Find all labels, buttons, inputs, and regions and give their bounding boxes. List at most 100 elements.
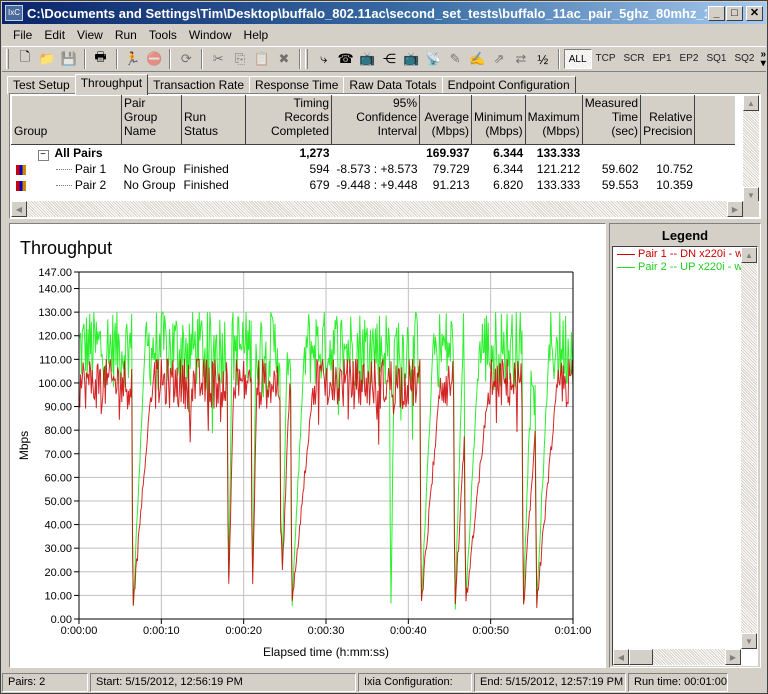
edit-icon[interactable]: ✎	[446, 49, 464, 69]
scroll-down-icon[interactable]: ▼	[741, 633, 757, 649]
print-icon[interactable]: 🖶	[92, 49, 110, 69]
tab-transaction-rate[interactable]: Transaction Rate	[147, 76, 251, 94]
menu-run[interactable]: Run	[109, 28, 143, 42]
refresh-icon[interactable]: ⟳	[177, 49, 195, 69]
col-group[interactable]: Group	[11, 95, 122, 145]
filter-sq1-button[interactable]: SQ1	[702, 49, 730, 69]
run-icon[interactable]: 🏃	[124, 49, 142, 69]
maximize-button[interactable]: □	[726, 5, 743, 21]
cut-icon[interactable]: ✂	[209, 49, 227, 69]
scroll-up-icon[interactable]: ▲	[743, 95, 759, 111]
open-folder-icon[interactable]: 📁	[38, 49, 56, 69]
menu-edit[interactable]: Edit	[38, 28, 71, 42]
save-icon[interactable]: 💾	[60, 49, 78, 69]
cell	[641, 145, 695, 162]
summary-row[interactable]: − All Pairs 1,273 169.937 6.344 133.333	[12, 145, 735, 162]
col-filler	[694, 95, 735, 145]
pair-group-cell: No Group	[123, 178, 176, 192]
col-label: 95% Confidence	[356, 96, 417, 124]
tab-test-setup[interactable]: Test Setup	[7, 76, 76, 94]
filter-ep1-button[interactable]: EP1	[649, 49, 676, 69]
table-row[interactable]: Pair 1 No Group Finished 594 -8.573 : +8…	[12, 161, 735, 177]
y-tick-label: 60.00	[44, 472, 72, 484]
x-tick-label: 0:00:10	[143, 625, 180, 637]
grid-horizontal-scrollbar[interactable]: ◀ ▶	[11, 201, 743, 217]
scroll-right-icon[interactable]: ▶	[727, 201, 743, 217]
legend-vertical-scrollbar[interactable]: ▲ ▼	[741, 247, 757, 649]
toolbar-grip[interactable]	[304, 49, 308, 69]
edit-script-icon[interactable]: ✍	[468, 49, 486, 69]
title-bar[interactable]: IxC C:\Documents and Settings\Tim\Deskto…	[2, 2, 766, 24]
add-pair-icon[interactable]: ⤷	[315, 49, 333, 69]
scroll-left-icon[interactable]: ◀	[11, 201, 27, 217]
filter-all-button[interactable]: ALL	[563, 49, 592, 69]
group-cell: − All Pairs	[12, 145, 122, 161]
y-tick-label: 20.00	[44, 567, 72, 579]
tab-bar: Test Setup Throughput Transaction Rate R…	[7, 74, 576, 95]
add-video-pair-icon[interactable]: 📺	[359, 49, 377, 69]
tab-throughput[interactable]: Throughput	[74, 74, 149, 95]
col-label: Minimum	[474, 110, 523, 124]
new-document-icon[interactable]: 🗋	[16, 49, 34, 69]
y-tick-label: 50.00	[44, 496, 72, 508]
summary-average: 169.937	[426, 146, 470, 160]
tab-response-time[interactable]: Response Time	[249, 76, 345, 94]
rename-icon[interactable]: ⇗	[490, 49, 508, 69]
minimize-button[interactable]: _	[708, 5, 725, 21]
filter-scr-button[interactable]: SCR	[620, 49, 649, 69]
pair-icon	[15, 164, 26, 175]
col-run-status[interactable]: Run Status	[181, 95, 246, 145]
collapse-toggle-icon[interactable]: −	[37, 150, 49, 161]
col-measured-time[interactable]: Measured Time (sec)	[581, 95, 642, 145]
scroll-right-icon[interactable]: ▶	[725, 649, 741, 665]
legend-label: Pair 2 -- UP x220i - wz	[638, 261, 748, 273]
add-video-multicast-icon[interactable]: 📺	[402, 49, 420, 69]
col-relative-precision[interactable]: Relative Precision	[640, 95, 696, 145]
col-confidence-interval[interactable]: 95% Confidence Interval	[331, 95, 420, 145]
menu-window[interactable]: Window	[183, 28, 238, 42]
col-maximum[interactable]: Maximum (Mbps)	[524, 95, 583, 145]
toolbar: 🗋 📁 💾 🖶 🏃 ⛔ ⟳ ✂ ⎘ 📋 ✖ ⤷ ☎ 📺 ⋲ 📺 📡 ✎ ✍ ⇗ …	[2, 46, 766, 72]
col-pair-group-name[interactable]: Pair Group Name	[121, 95, 182, 145]
scroll-left-icon[interactable]: ◀	[613, 649, 629, 665]
legend-horizontal-scrollbar[interactable]: ◀ ▶	[613, 649, 741, 665]
filter-tcp-button[interactable]: TCP	[592, 49, 620, 69]
stop-icon[interactable]: ⛔	[145, 49, 163, 69]
axes: 0.0010.0020.0030.0040.0050.0060.0070.008…	[38, 267, 591, 637]
paste-icon[interactable]: 📋	[253, 49, 271, 69]
filter-sq2-button[interactable]: SQ2	[730, 49, 758, 69]
status-cell: Finished	[183, 178, 229, 192]
delete-icon[interactable]: ✖	[275, 49, 293, 69]
table-row[interactable]: Pair 2 No Group Finished 679 -9.448 : +9…	[12, 177, 735, 193]
menu-view[interactable]: View	[71, 28, 109, 42]
menu-file[interactable]: File	[2, 28, 38, 42]
col-minimum[interactable]: Minimum (Mbps)	[471, 95, 526, 145]
col-label: Timing Records	[284, 96, 329, 124]
legend-entry-pair-1[interactable]: Pair 1 -- DN x220i - wz	[617, 248, 749, 260]
add-multicast-icon[interactable]: ⋲	[380, 49, 398, 69]
numbering-icon[interactable]: ½	[534, 49, 552, 69]
y-axis-label: Mbps	[17, 431, 31, 460]
add-voip-pair-icon[interactable]: ☎	[337, 49, 355, 69]
legend-entry-pair-2[interactable]: Pair 2 -- UP x220i - wz	[617, 261, 748, 273]
close-button[interactable]: ✕	[746, 5, 763, 21]
menu-help[interactable]: Help	[238, 28, 275, 42]
cell	[695, 161, 735, 177]
add-broadcast-icon[interactable]: 📡	[424, 49, 442, 69]
toolbar-overflow-chevron-icon[interactable]: » ▾	[760, 50, 766, 69]
filter-ep2-button[interactable]: EP2	[676, 49, 703, 69]
toolbar-separator	[557, 49, 560, 69]
col-timing-records[interactable]: Timing Records Completed	[245, 95, 332, 145]
scroll-up-icon[interactable]: ▲	[741, 247, 757, 263]
status-pairs: Pairs: 2	[2, 672, 88, 692]
swap-icon[interactable]: ⇄	[512, 49, 530, 69]
tab-endpoint-configuration[interactable]: Endpoint Configuration	[441, 76, 576, 94]
grid-vertical-scrollbar[interactable]: ▲ ▼	[743, 95, 759, 203]
legend-list: Pair 1 -- DN x220i - wz Pair 2 -- UP x22…	[612, 246, 758, 666]
tab-raw-data-totals[interactable]: Raw Data Totals	[343, 76, 443, 94]
col-average[interactable]: Average (Mbps)	[419, 95, 472, 145]
menu-tools[interactable]: Tools	[143, 28, 183, 42]
scroll-thumb[interactable]	[629, 649, 653, 665]
copy-icon[interactable]: ⎘	[231, 49, 249, 69]
toolbar-grip[interactable]	[6, 49, 9, 69]
